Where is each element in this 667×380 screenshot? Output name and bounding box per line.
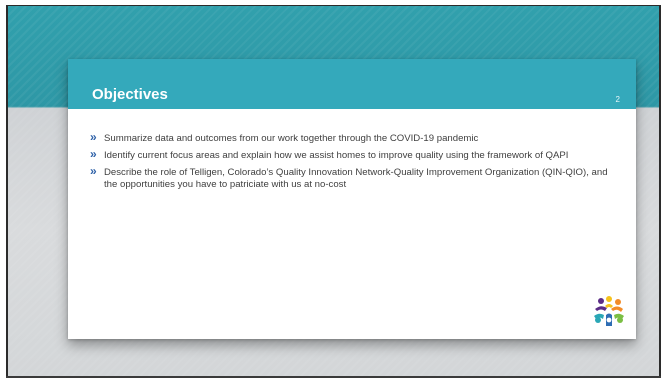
chevron-right-double-icon: » xyxy=(90,164,97,178)
bullet-text: Identify current focus areas and explain… xyxy=(104,150,569,161)
bullet-text: Describe the role of Telligen, Colorado’… xyxy=(104,167,608,190)
presentation-viewport: Objectives 2 » Summarize data and outcom… xyxy=(6,5,661,378)
slide-title: Objectives xyxy=(92,86,168,103)
slide-page-number: 2 xyxy=(615,95,620,104)
list-item: » Summarize data and outcomes from our w… xyxy=(90,130,620,145)
chevron-right-double-icon: » xyxy=(90,147,97,161)
people-circle-logo-icon xyxy=(594,296,624,326)
bottom-border xyxy=(6,376,661,378)
slide-card: Objectives 2 » Summarize data and outcom… xyxy=(68,59,636,339)
list-item: » Identify current focus areas and expla… xyxy=(90,147,620,162)
bullet-list: » Summarize data and outcomes from our w… xyxy=(90,130,620,196)
list-item: » Describe the role of Telligen, Colorad… xyxy=(90,164,620,191)
chevron-right-double-icon: » xyxy=(90,130,97,144)
slide-header-bar: Objectives 2 xyxy=(68,59,636,109)
bullet-text: Summarize data and outcomes from our wor… xyxy=(104,133,479,144)
